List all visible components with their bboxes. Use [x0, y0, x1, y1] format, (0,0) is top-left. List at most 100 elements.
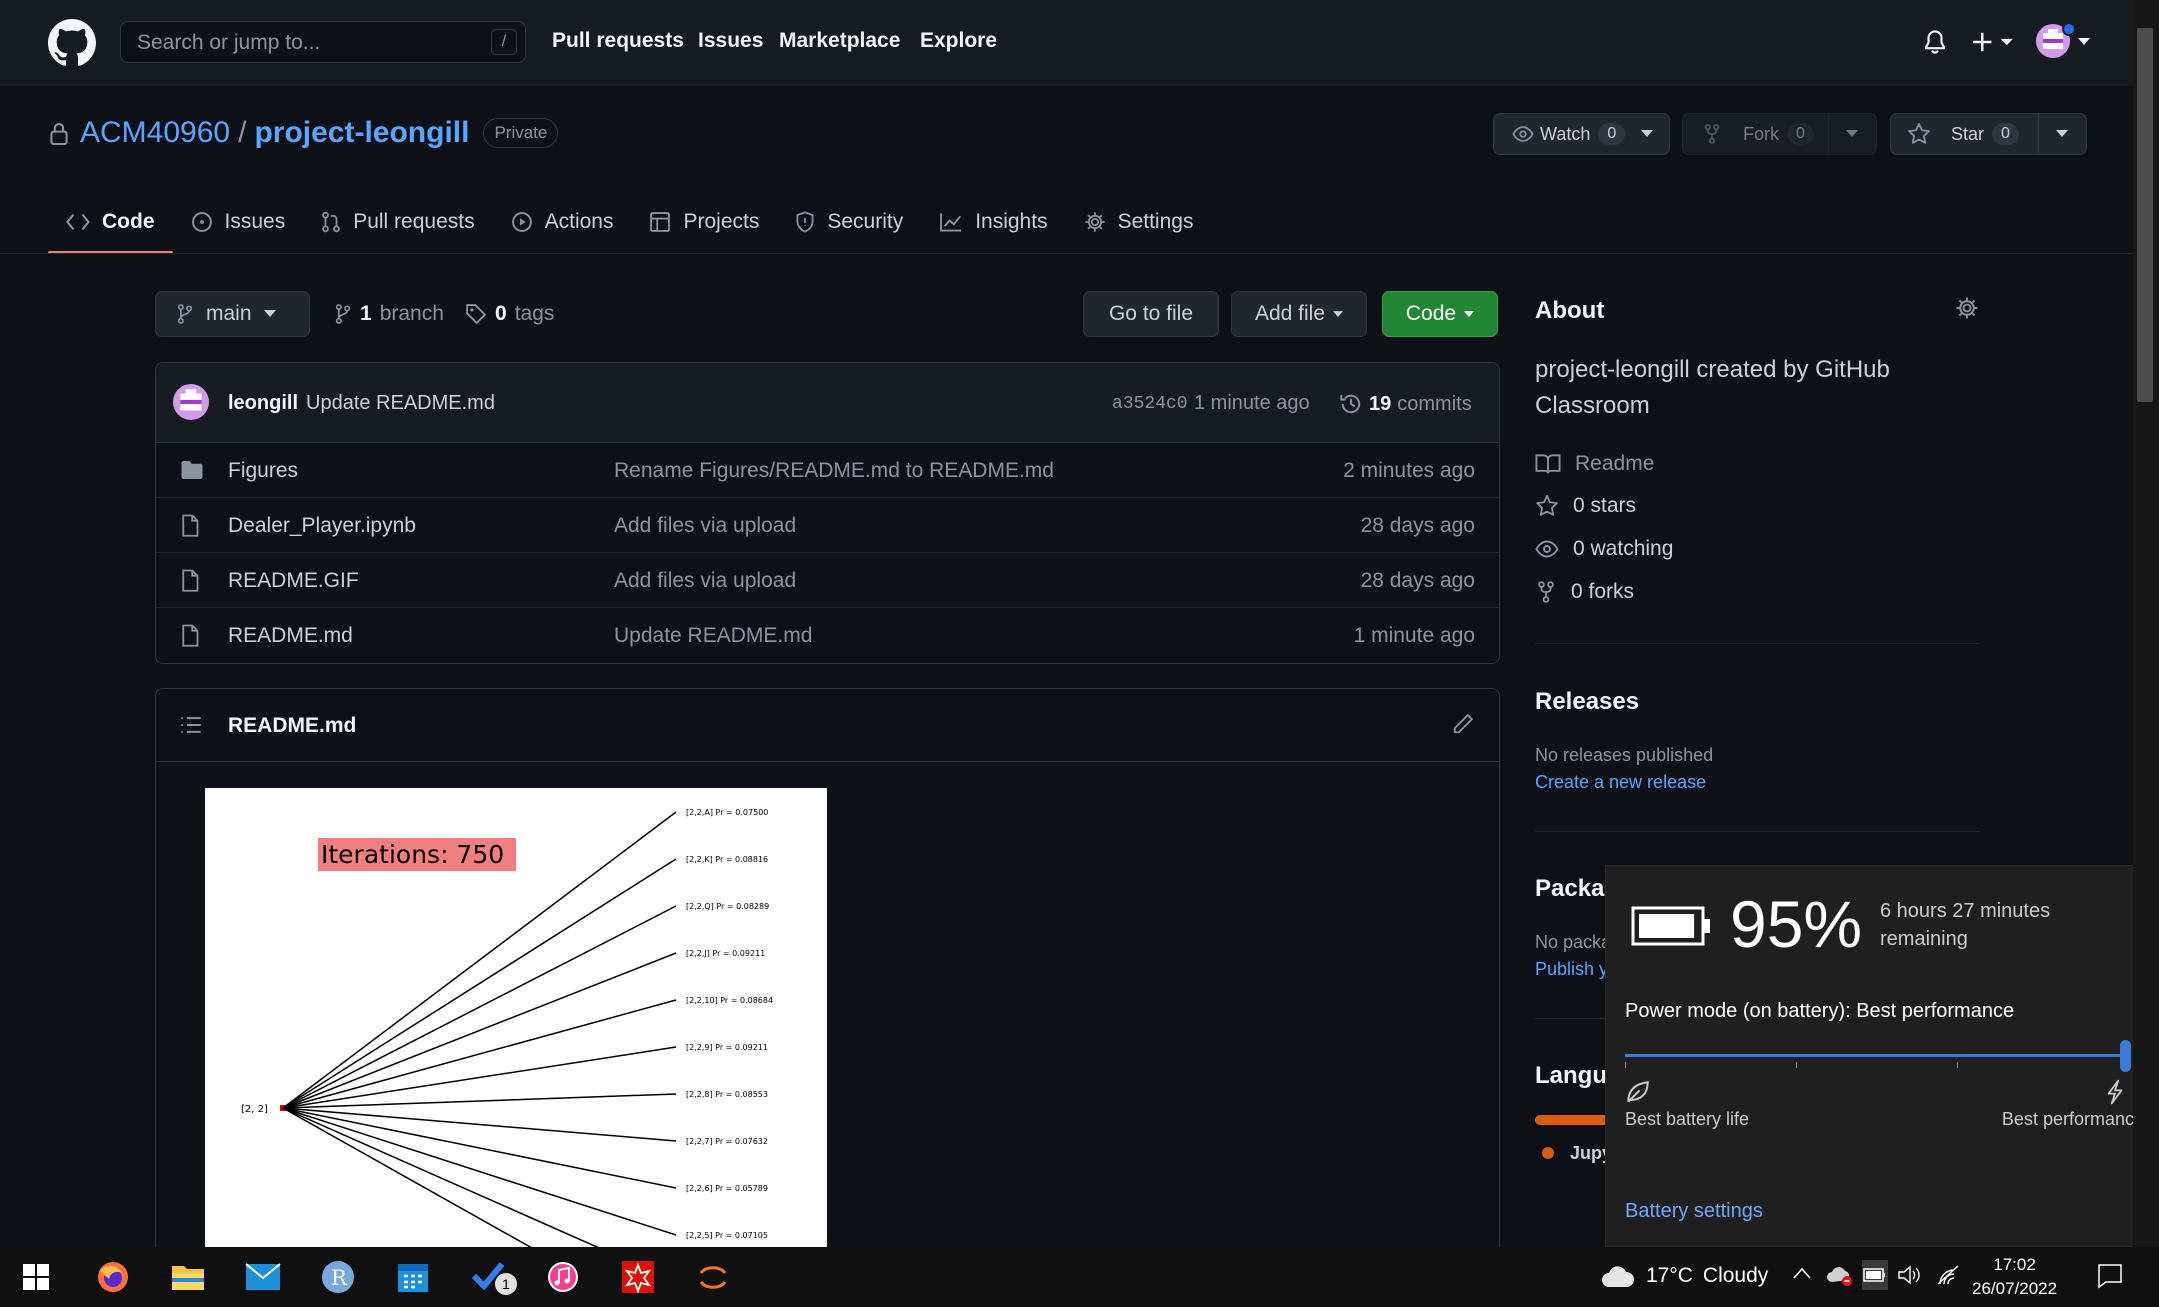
chevron-down-icon[interactable]: [2078, 38, 2090, 46]
tree-branch-label: [2,2,9] Pr = 0.09211: [686, 1043, 768, 1052]
create-new-plus-icon[interactable]: [1970, 28, 2016, 56]
releases-heading[interactable]: Releases: [1535, 688, 1639, 716]
readme-link[interactable]: Readme: [1535, 452, 1654, 476]
onedrive-icon[interactable]: [1825, 1264, 1855, 1288]
star-count: 0: [1992, 123, 2019, 145]
file-name[interactable]: README.GIF: [228, 569, 359, 593]
file-commit-message[interactable]: Update README.md: [614, 624, 812, 648]
tab-code[interactable]: Code: [48, 190, 173, 254]
forks-count: 0 forks: [1571, 580, 1635, 603]
file-name[interactable]: Dealer_Player.ipynb: [228, 514, 416, 538]
fork-dropdown-chevron-icon[interactable]: [1827, 114, 1876, 154]
file-commit-message[interactable]: Add files via upload: [614, 569, 796, 593]
tree-branch-line: [282, 999, 677, 1109]
gear-icon[interactable]: [1955, 296, 1979, 320]
star-button-group: Star 0: [1890, 113, 2087, 155]
clock[interactable]: 17:02 26/07/2022: [1972, 1253, 2057, 1301]
branch-select-button[interactable]: main: [155, 291, 310, 337]
fork-label: Fork: [1743, 123, 1779, 144]
tab-security[interactable]: Security: [777, 190, 921, 254]
nav-pull-requests[interactable]: Pull requests: [552, 29, 684, 53]
add-file-button[interactable]: Add file: [1231, 291, 1367, 337]
tree-branch-line: [282, 1107, 536, 1249]
r-app-icon[interactable]: R: [318, 1257, 358, 1297]
tree-branch-label: [2,2,10] Pr = 0.08684: [686, 996, 773, 1005]
jupyter-icon[interactable]: [693, 1257, 733, 1297]
file-name[interactable]: Figures: [228, 459, 298, 483]
tab-actions[interactable]: Actions: [493, 190, 632, 254]
tab-issues[interactable]: Issues: [173, 190, 304, 254]
publish-package-link[interactable]: Publish y: [1535, 959, 1608, 980]
file-explorer-icon[interactable]: [168, 1257, 208, 1297]
commits-link[interactable]: 19 commits: [1339, 392, 1472, 416]
power-mode-slider[interactable]: [1625, 1054, 2126, 1057]
pencil-icon[interactable]: [1452, 713, 1474, 735]
file-row[interactable]: README.md Update README.md 1 minute ago: [156, 608, 1499, 663]
mathematica-icon[interactable]: [618, 1257, 658, 1297]
forks-link[interactable]: 0 forks: [1535, 580, 1634, 604]
watch-button[interactable]: Watch 0: [1494, 114, 1626, 154]
search-input[interactable]: Search or jump to... /: [120, 21, 526, 63]
firefox-icon[interactable]: [93, 1257, 133, 1297]
tab-label: Issues: [224, 210, 286, 233]
tab-settings[interactable]: Settings: [1066, 190, 1212, 254]
file-row[interactable]: Figures Rename Figures/README.md to READ…: [156, 443, 1499, 498]
tab-insights[interactable]: Insights: [921, 190, 1065, 254]
watching-count: 0 watching: [1573, 537, 1674, 560]
list-icon[interactable]: [180, 715, 202, 735]
tab-pull-requests[interactable]: Pull requests: [303, 190, 492, 254]
star-button[interactable]: Star 0: [1891, 114, 2038, 154]
commit-sha[interactable]: a3524c0: [1112, 394, 1188, 414]
commit-author[interactable]: leongill: [228, 392, 298, 415]
sidebar-divider: [1535, 831, 1980, 832]
tree-branch-label: [2,2,7] Pr = 0.07632: [686, 1137, 768, 1146]
mail-icon[interactable]: [243, 1257, 283, 1297]
go-to-file-button[interactable]: Go to file: [1083, 291, 1219, 337]
fork-button-group: Fork 0: [1682, 113, 1877, 155]
file-name[interactable]: README.md: [228, 624, 353, 648]
chevron-up-icon[interactable]: [1793, 1267, 1811, 1279]
repo-owner-link[interactable]: ACM40960: [80, 116, 230, 150]
weather-widget[interactable]: 17°C Cloudy: [1600, 1263, 1768, 1289]
speaker-icon[interactable]: [1897, 1264, 1921, 1286]
play-icon: [511, 211, 533, 233]
star-icon: [1907, 122, 1931, 146]
file-row[interactable]: README.GIF Add files via upload 28 days …: [156, 553, 1499, 608]
star-label: Star: [1951, 123, 1985, 144]
wifi-icon[interactable]: [1936, 1264, 1960, 1286]
commit-author-avatar[interactable]: [173, 384, 209, 420]
weather-desc: Cloudy: [1702, 1264, 1769, 1287]
file-commit-message[interactable]: Add files via upload: [614, 514, 796, 538]
code-button[interactable]: Code: [1382, 291, 1498, 337]
windows-start-icon[interactable]: [16, 1257, 56, 1297]
tab-projects[interactable]: Projects: [631, 190, 777, 254]
commit-count: 19: [1369, 392, 1392, 415]
notification-center-icon[interactable]: [2097, 1263, 2123, 1289]
fork-button[interactable]: Fork 0: [1683, 114, 1828, 154]
repo-name-link[interactable]: project-leongill: [254, 116, 469, 150]
nav-explore[interactable]: Explore: [920, 29, 997, 53]
tags-link[interactable]: 0 tags: [465, 302, 554, 326]
star-dropdown-chevron-icon[interactable]: [2037, 114, 2086, 154]
bell-icon[interactable]: [1922, 28, 1948, 56]
tab-label: Pull requests: [353, 210, 475, 233]
battery-tray-icon[interactable]: [1863, 1267, 1887, 1283]
scrollbar-thumb[interactable]: [2137, 28, 2153, 402]
calendar-icon[interactable]: [393, 1257, 433, 1297]
github-logo-icon[interactable]: [48, 19, 96, 67]
watch-dropdown-chevron-icon[interactable]: [1625, 114, 1669, 154]
file-commit-message[interactable]: Rename Figures/README.md to README.md: [614, 459, 1054, 483]
battery-settings-link[interactable]: Battery settings: [1625, 1200, 1763, 1223]
watching-link[interactable]: 0 watching: [1535, 537, 1673, 561]
file-row[interactable]: Dealer_Player.ipynb Add files via upload…: [156, 498, 1499, 553]
branches-link[interactable]: 1 branch: [334, 302, 444, 326]
nav-marketplace[interactable]: Marketplace: [779, 29, 900, 53]
nav-issues[interactable]: Issues: [698, 29, 763, 53]
fork-count: 0: [1787, 123, 1814, 145]
create-release-link[interactable]: Create a new release: [1535, 772, 1706, 793]
commit-message[interactable]: Update README.md: [306, 392, 495, 415]
power-mode-slider-thumb[interactable]: [2120, 1040, 2131, 1072]
stars-link[interactable]: 0 stars: [1535, 494, 1636, 518]
file-icon: [180, 624, 200, 648]
itunes-icon[interactable]: [543, 1257, 583, 1297]
